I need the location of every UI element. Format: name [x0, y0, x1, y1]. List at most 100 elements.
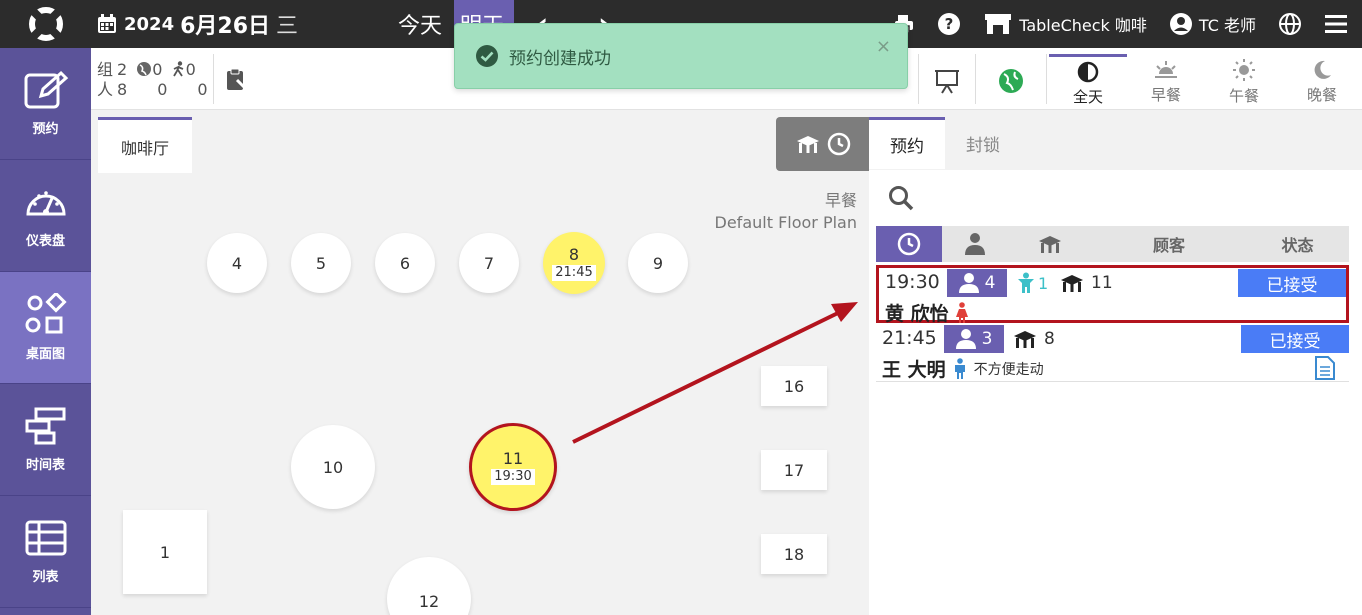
table-4[interactable]: 4: [207, 233, 267, 293]
sidebar-item-label: 预约: [32, 122, 59, 137]
meal-tab-label: 午餐: [1228, 87, 1259, 105]
tab-blocks[interactable]: 封锁: [945, 117, 1021, 169]
meal-tab-all-day[interactable]: 全天: [1049, 54, 1127, 110]
status-badge[interactable]: 已接受: [1238, 269, 1346, 297]
half-circle-icon: [1077, 61, 1099, 82]
person-icon: [958, 273, 979, 293]
reservation-search[interactable]: [876, 170, 1347, 226]
globe-green-icon: [999, 69, 1023, 93]
sun-icon: [1233, 59, 1255, 81]
meal-tab-lunch[interactable]: 午餐: [1205, 54, 1283, 110]
sidebar-item-label: 列表: [32, 570, 59, 585]
tab-reservations[interactable]: 预约: [869, 117, 945, 169]
table-17[interactable]: 17: [761, 450, 827, 490]
table-16[interactable]: 16: [761, 366, 827, 406]
people-label: 人: [97, 80, 114, 99]
sort-by-table[interactable]: [1008, 233, 1092, 255]
date-weekday: 三: [276, 14, 299, 39]
online-groups-count: 0: [152, 60, 163, 79]
hamburger-icon: [1325, 15, 1347, 33]
reservation-memo-button[interactable]: [1315, 356, 1335, 384]
groups-label: 组: [97, 60, 114, 79]
status-badge[interactable]: 已接受: [1241, 325, 1349, 353]
date-picker[interactable]: 2024 6月26日 三: [96, 0, 298, 48]
table-number: 8: [1044, 329, 1055, 349]
toolbar-divider: [918, 54, 919, 104]
sort-by-time[interactable]: [876, 226, 942, 262]
app-logo[interactable]: [0, 0, 91, 48]
table-11[interactable]: 11 19:30: [469, 423, 557, 511]
clipboard-button[interactable]: [225, 68, 247, 96]
sidebar-item-floor-plan[interactable]: 桌面图: [0, 272, 91, 384]
floor-timeline-toggle[interactable]: [776, 117, 869, 171]
table-number: 16: [783, 376, 805, 396]
clock-icon: [827, 132, 850, 156]
table-9[interactable]: 9: [628, 233, 688, 293]
reservation-row[interactable]: 19:30 4 1 11 已接受 黄 欣怡: [876, 265, 1349, 325]
table-6[interactable]: 6: [375, 233, 435, 293]
toast-close-button[interactable]: ×: [876, 36, 891, 57]
sort-by-party[interactable]: [942, 232, 1008, 256]
floor-plan-canvas: 咖啡厅 早餐 Default Floor Plan 4 5 6 7 8 21:45…: [91, 110, 869, 615]
presentation-button[interactable]: [934, 68, 960, 98]
online-people-count: 0: [157, 80, 168, 99]
restaurant-switcher[interactable]: TableCheck 咖啡: [983, 12, 1147, 36]
female-icon: [955, 301, 968, 323]
person-icon: [955, 329, 976, 349]
table-number: 10: [322, 457, 344, 477]
walkin-groups-count: 0: [185, 60, 196, 79]
room-tab-cafe[interactable]: 咖啡厅: [98, 117, 192, 173]
globe-small-icon: [137, 62, 152, 76]
people-count: 8: [117, 80, 128, 99]
table-icon: [1039, 236, 1061, 253]
table-reservation-time: 19:30: [491, 469, 535, 485]
toolbar-divider: [213, 54, 214, 104]
logo-icon: [28, 7, 63, 41]
table-number: 18: [783, 544, 805, 564]
toolbar-divider: [1046, 54, 1047, 104]
table-7[interactable]: 7: [459, 233, 519, 293]
walkin-people-count: 0: [197, 80, 208, 99]
floor-plan-label: 早餐 Default Floor Plan: [715, 190, 857, 234]
today-button[interactable]: 今天: [398, 0, 442, 48]
sidebar-item-timetable[interactable]: 时间表: [0, 384, 91, 496]
date-year: 2024: [124, 13, 175, 35]
table-12[interactable]: 12: [387, 557, 471, 615]
edit-icon: [24, 70, 68, 109]
table-number: 1: [159, 542, 171, 562]
table-1[interactable]: 1: [123, 510, 207, 594]
toast-message: 预约创建成功: [509, 48, 611, 69]
table-10[interactable]: 10: [291, 425, 375, 509]
meal-tab-dinner[interactable]: 晚餐: [1283, 54, 1361, 110]
language-button[interactable]: [1278, 12, 1302, 36]
reservation-row[interactable]: 21:45 3 8 已接受 王 大明 不方便走动: [876, 324, 1349, 382]
table-icon: [1014, 331, 1036, 348]
sidebar-item-reservation[interactable]: 预约: [0, 48, 91, 160]
meal-tab-breakfast[interactable]: 早餐: [1127, 54, 1205, 110]
reservation-counts: 组2 0 0 人800: [97, 60, 212, 100]
column-status[interactable]: 状态: [1246, 232, 1349, 256]
help-button[interactable]: ?: [937, 12, 961, 36]
table-5[interactable]: 5: [291, 233, 351, 293]
table-18[interactable]: 18: [761, 534, 827, 574]
toolbar-divider: [975, 54, 976, 104]
groups-count: 2: [117, 60, 128, 79]
party-size-badge: 3: [944, 325, 1004, 353]
user-menu[interactable]: TC 老师: [1169, 12, 1256, 36]
sidebar-item-dashboard[interactable]: 仪表盘: [0, 160, 91, 272]
table-icon: [796, 136, 819, 153]
sidebar-item-list[interactable]: 列表: [0, 496, 91, 608]
child-icon: [1018, 272, 1034, 293]
reservation-time: 21:45: [882, 327, 937, 349]
reservation-table: 8: [1012, 328, 1055, 350]
table-number: 11: [1091, 273, 1113, 293]
column-customer[interactable]: 顾客: [1092, 232, 1246, 256]
menu-button[interactable]: [1324, 13, 1348, 35]
help-icon: ?: [938, 13, 961, 35]
online-toggle-button[interactable]: [998, 68, 1024, 98]
customer-name: 王 大明 不方便走动: [882, 355, 1044, 382]
kids-count: 1: [1038, 273, 1049, 293]
table-number: 5: [315, 253, 327, 273]
table-8[interactable]: 8 21:45: [543, 232, 605, 294]
sidebar-item-label: 桌面图: [25, 347, 65, 362]
